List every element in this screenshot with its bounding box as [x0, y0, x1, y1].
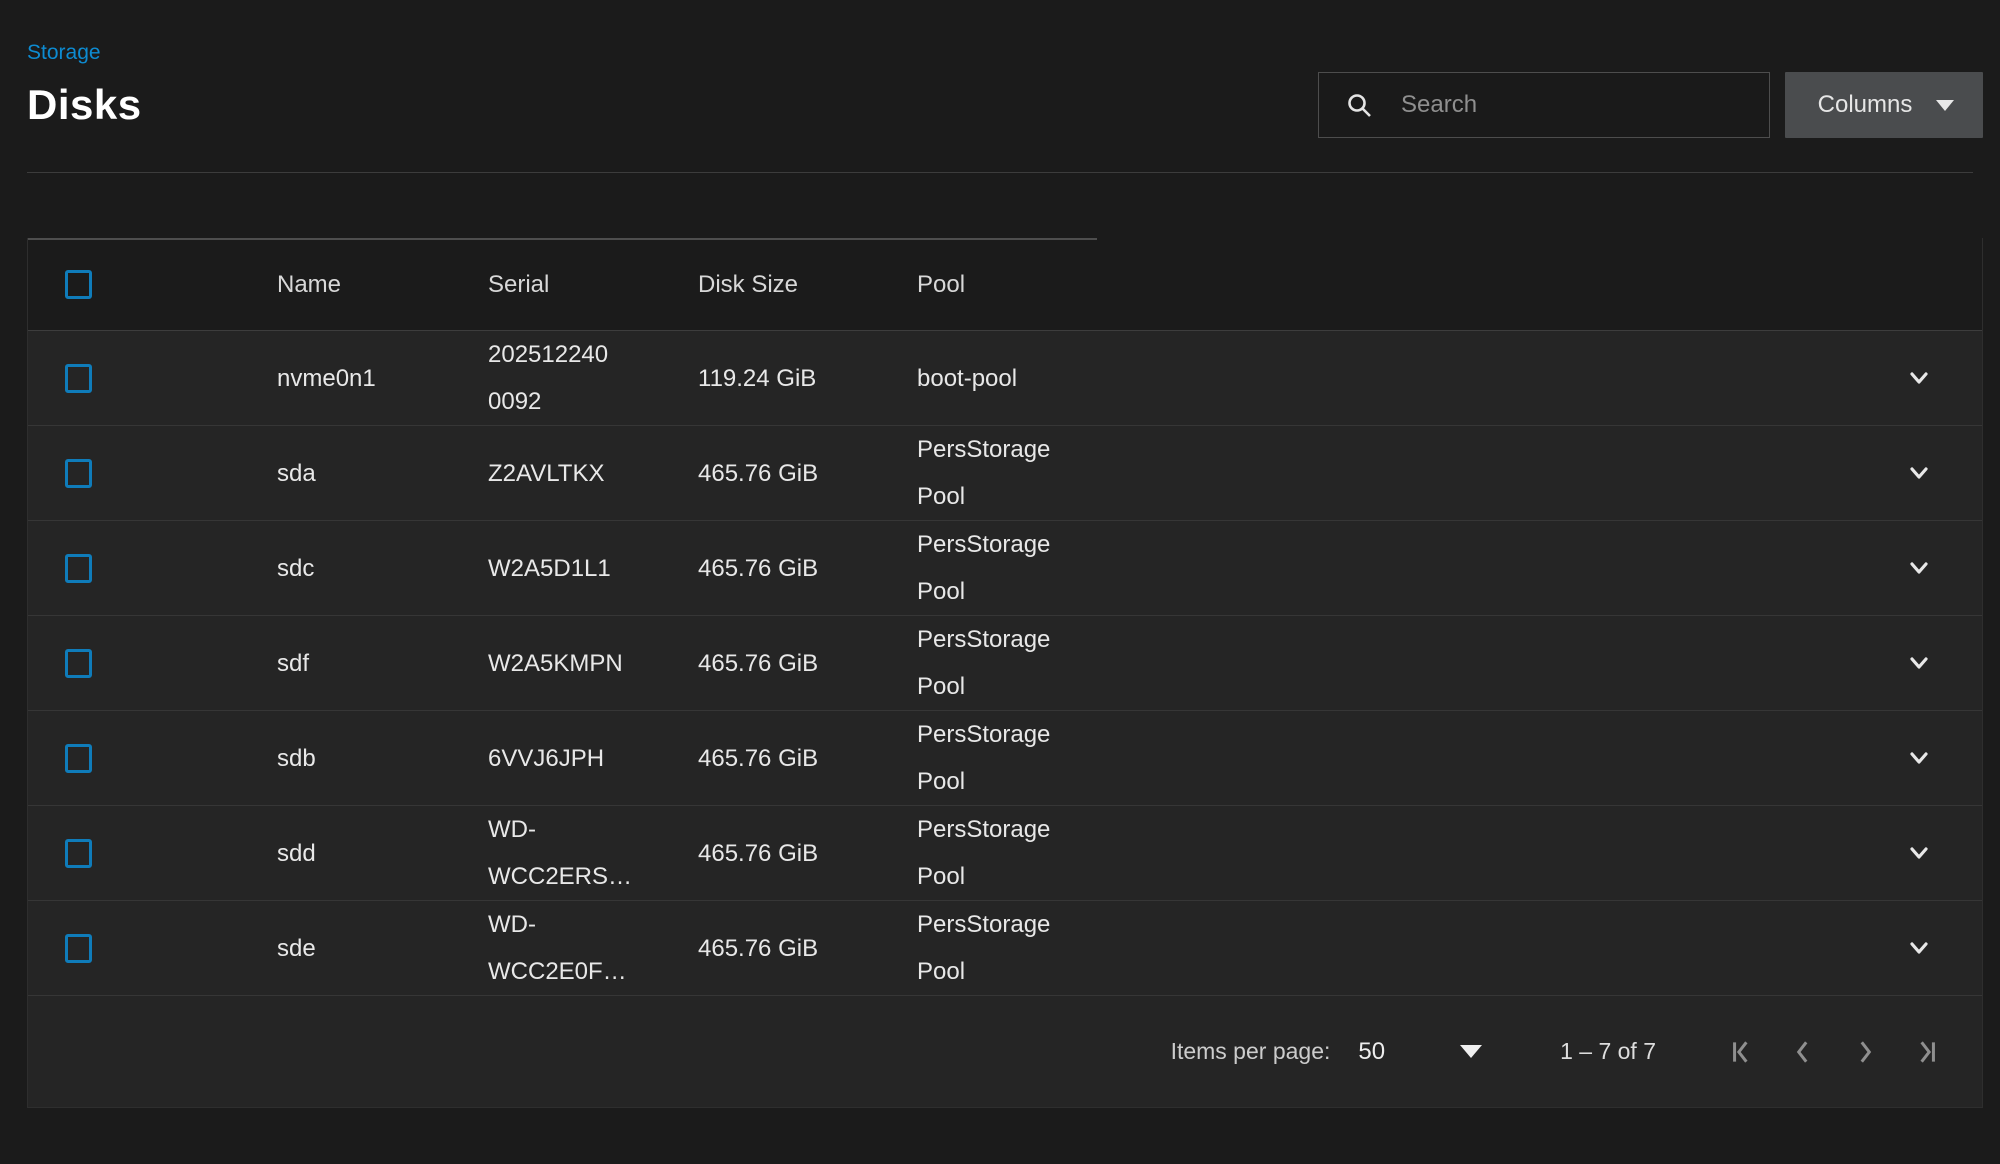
title-divider [27, 172, 1973, 173]
search-input[interactable] [1399, 90, 1757, 120]
disk-name: sdf [277, 640, 488, 687]
table-toolbar: Columns [1318, 72, 1983, 138]
disk-pool: PersStorage Pool [917, 711, 1177, 805]
disk-size: 119.24 GiB [698, 355, 917, 402]
row-checkbox[interactable] [65, 364, 92, 393]
row-checkbox[interactable] [65, 934, 92, 963]
caret-down-icon [1936, 100, 1954, 111]
table-row[interactable]: sdb 6VVJ6JPH 465.76 GiB PersStorage Pool [28, 711, 1982, 806]
first-page-icon [1726, 1037, 1756, 1067]
chevron-down-icon [1903, 457, 1935, 489]
row-checkbox[interactable] [65, 554, 92, 583]
disk-serial: 202512240 0092 [488, 331, 698, 425]
table-row[interactable]: sde WD- WCC2E0F… 465.76 GiB PersStorage … [28, 901, 1982, 996]
disk-size: 465.76 GiB [698, 450, 917, 497]
table-pagination-bar: Items per page: 50 1 – 7 of 7 [28, 996, 1982, 1107]
expand-row-button[interactable] [1899, 738, 1939, 778]
disk-name: sdb [277, 735, 488, 782]
row-checkbox[interactable] [65, 839, 92, 868]
disk-size: 465.76 GiB [698, 830, 917, 877]
chevron-down-icon [1903, 742, 1935, 774]
row-checkbox[interactable] [65, 649, 92, 678]
disk-size: 465.76 GiB [698, 640, 917, 687]
last-page-icon [1912, 1037, 1942, 1067]
chevron-down-icon [1903, 647, 1935, 679]
disk-name: sdd [277, 830, 488, 877]
table-header-topline [28, 238, 1097, 240]
caret-down-icon [1460, 1045, 1482, 1058]
disk-pool: PersStorage Pool [917, 521, 1177, 615]
disks-table: Name Serial Disk Size Pool nvme0n1 20251… [27, 238, 1983, 1108]
disk-serial: Z2AVLTKX [488, 450, 698, 497]
column-header-disk-size[interactable]: Disk Size [698, 261, 917, 308]
disk-pool: boot-pool [917, 355, 1177, 402]
disk-name: sdc [277, 545, 488, 592]
chevron-down-icon [1903, 932, 1935, 964]
disk-serial: WD- WCC2ERS… [488, 806, 698, 900]
disk-name: sde [277, 925, 488, 972]
disk-serial: W2A5KMPN [488, 640, 698, 687]
expand-row-button[interactable] [1899, 928, 1939, 968]
disk-serial: W2A5D1L1 [488, 545, 698, 592]
columns-button[interactable]: Columns [1785, 72, 1983, 138]
columns-button-label: Columns [1818, 91, 1913, 119]
chevron-down-icon [1903, 552, 1935, 584]
expand-row-button[interactable] [1899, 358, 1939, 398]
disk-pool: PersStorage Pool [917, 616, 1177, 710]
table-row[interactable]: sdc W2A5D1L1 465.76 GiB PersStorage Pool [28, 521, 1982, 616]
table-row[interactable]: sda Z2AVLTKX 465.76 GiB PersStorage Pool [28, 426, 1982, 521]
search-box [1318, 72, 1770, 138]
breadcrumb-storage[interactable]: Storage [27, 40, 101, 66]
disk-serial: WD- WCC2E0F… [488, 901, 698, 995]
chevron-down-icon [1903, 362, 1935, 394]
column-header-name[interactable]: Name [277, 261, 488, 308]
disk-size: 465.76 GiB [698, 925, 917, 972]
chevron-left-icon [1788, 1037, 1818, 1067]
disk-name: nvme0n1 [277, 355, 488, 402]
disk-pool: PersStorage Pool [917, 426, 1177, 520]
disk-pool: PersStorage Pool [917, 901, 1177, 995]
expand-row-button[interactable] [1899, 453, 1939, 493]
previous-page-button[interactable] [1788, 1037, 1818, 1067]
row-checkbox[interactable] [65, 459, 92, 488]
expand-row-button[interactable] [1899, 548, 1939, 588]
disk-serial: 6VVJ6JPH [488, 735, 698, 782]
row-checkbox[interactable] [65, 744, 92, 773]
column-header-pool[interactable]: Pool [917, 261, 1177, 308]
pagination-range: 1 – 7 of 7 [1560, 1038, 1656, 1065]
table-row[interactable]: sdd WD- WCC2ERS… 465.76 GiB PersStorage … [28, 806, 1982, 901]
next-page-button[interactable] [1850, 1037, 1880, 1067]
disk-name: sda [277, 450, 488, 497]
column-header-serial[interactable]: Serial [488, 261, 698, 308]
table-row[interactable]: sdf W2A5KMPN 465.76 GiB PersStorage Pool [28, 616, 1982, 711]
disk-size: 465.76 GiB [698, 545, 917, 592]
chevron-right-icon [1850, 1037, 1880, 1067]
select-all-checkbox[interactable] [65, 270, 92, 299]
disk-size: 465.76 GiB [698, 735, 917, 782]
expand-row-button[interactable] [1899, 643, 1939, 683]
expand-row-button[interactable] [1899, 833, 1939, 873]
disk-pool: PersStorage Pool [917, 806, 1177, 900]
items-per-page-select[interactable]: 50 [1358, 1038, 1482, 1066]
first-page-button[interactable] [1726, 1037, 1756, 1067]
table-row[interactable]: nvme0n1 202512240 0092 119.24 GiB boot-p… [28, 331, 1982, 426]
table-header-row: Name Serial Disk Size Pool [28, 238, 1982, 331]
search-icon [1345, 91, 1373, 119]
pager-controls [1726, 1037, 1942, 1067]
items-per-page-value: 50 [1358, 1038, 1385, 1066]
last-page-button[interactable] [1912, 1037, 1942, 1067]
items-per-page-label: Items per page: [1171, 1038, 1331, 1065]
chevron-down-icon [1903, 837, 1935, 869]
